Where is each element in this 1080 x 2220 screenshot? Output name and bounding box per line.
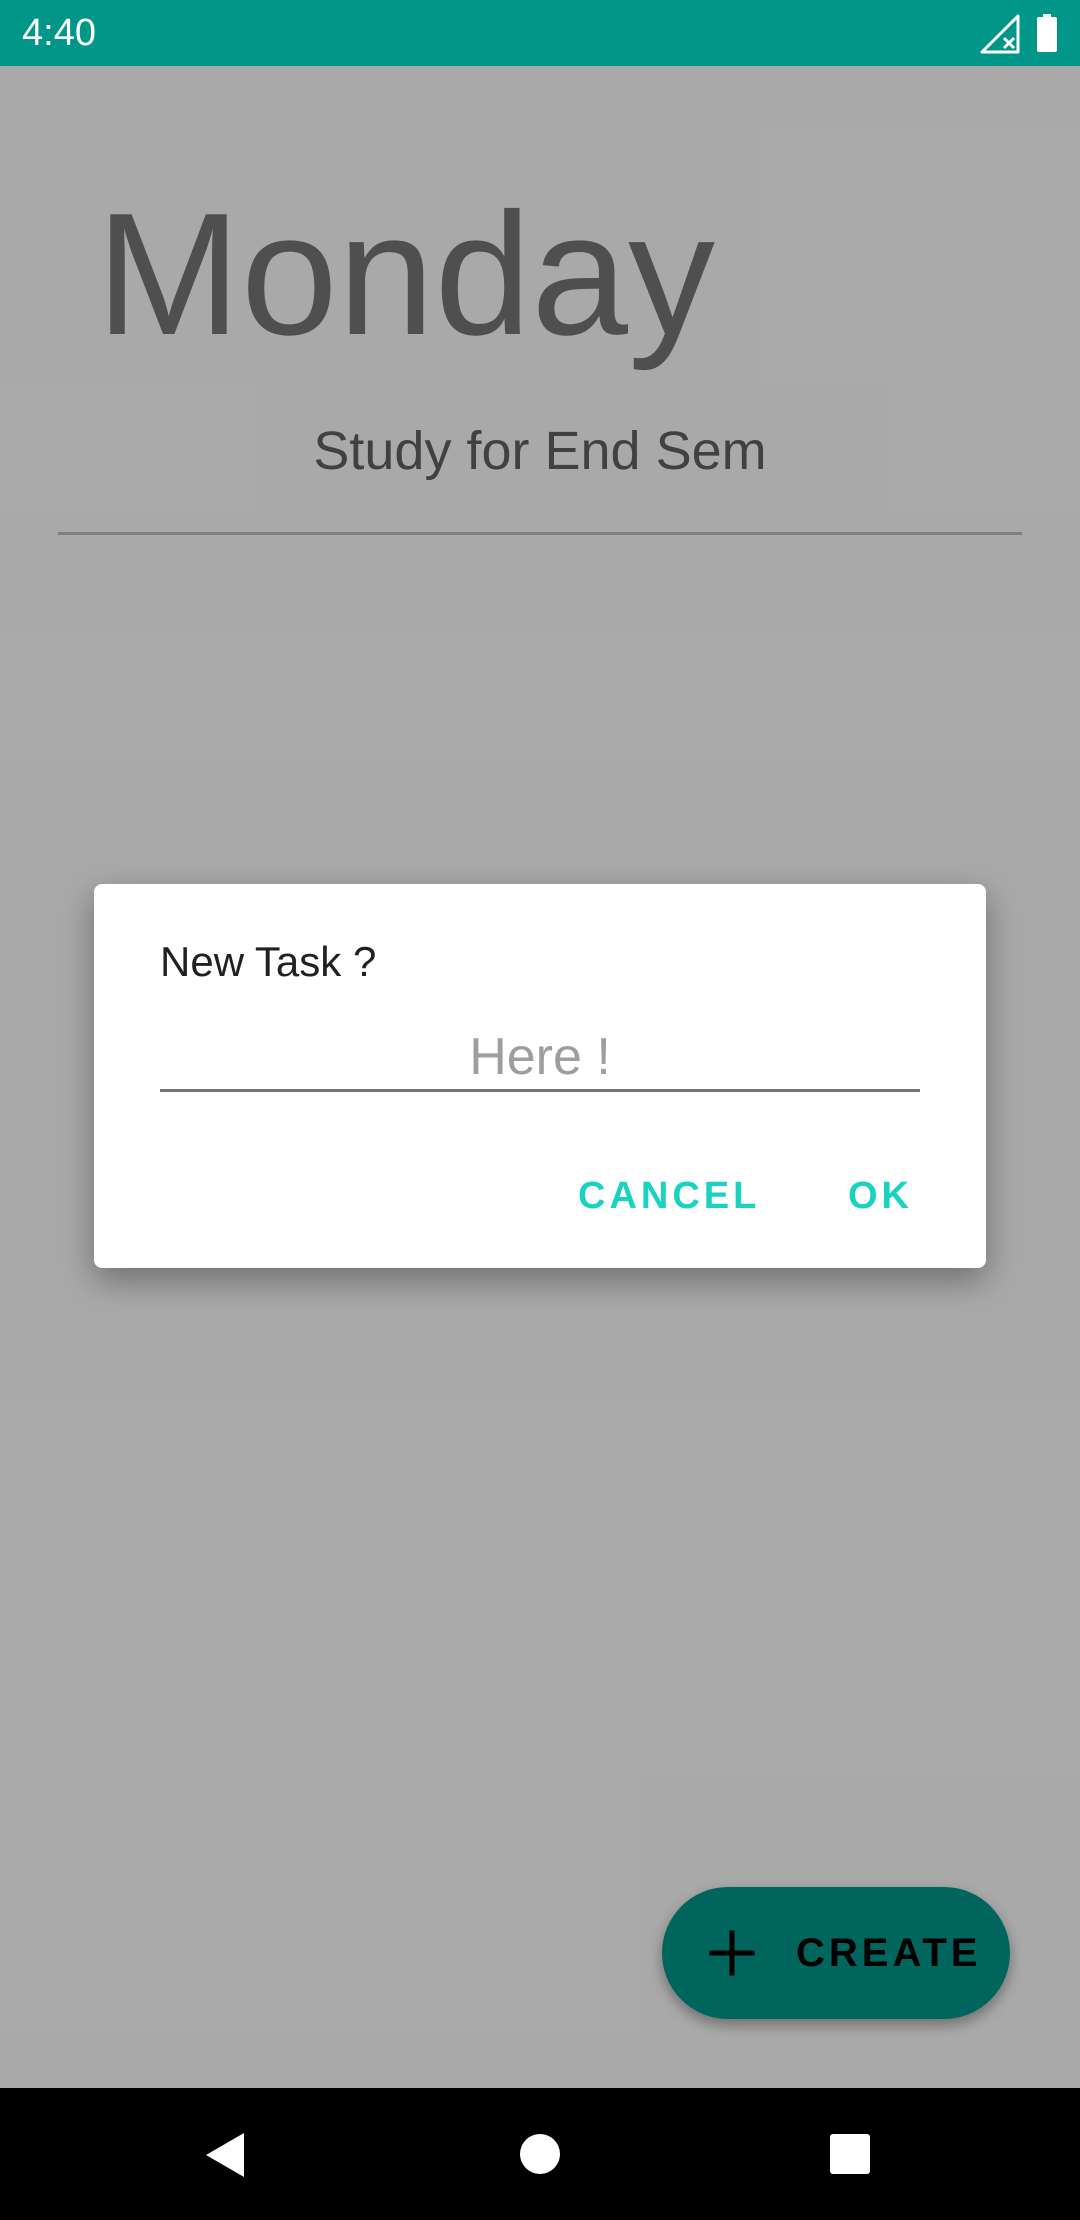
screen: 4:40 Monday Study for End Sem CREATE New… <box>0 0 1080 2220</box>
task-input[interactable] <box>160 1024 920 1092</box>
home-icon[interactable] <box>518 2132 562 2176</box>
new-task-dialog: New Task ? CANCEL OK <box>94 884 986 1268</box>
back-icon[interactable] <box>200 2130 250 2180</box>
dialog-title: New Task ? <box>160 938 377 985</box>
battery-full-icon <box>1037 14 1057 52</box>
signal-off-icon <box>980 14 1020 54</box>
navigation-bar <box>0 2088 1080 2220</box>
cancel-button[interactable]: CANCEL <box>578 1166 760 1226</box>
status-time: 4:40 <box>22 12 96 54</box>
recents-icon[interactable] <box>828 2132 872 2176</box>
ok-button[interactable]: OK <box>848 1166 913 1226</box>
status-bar: 4:40 <box>0 0 1080 66</box>
